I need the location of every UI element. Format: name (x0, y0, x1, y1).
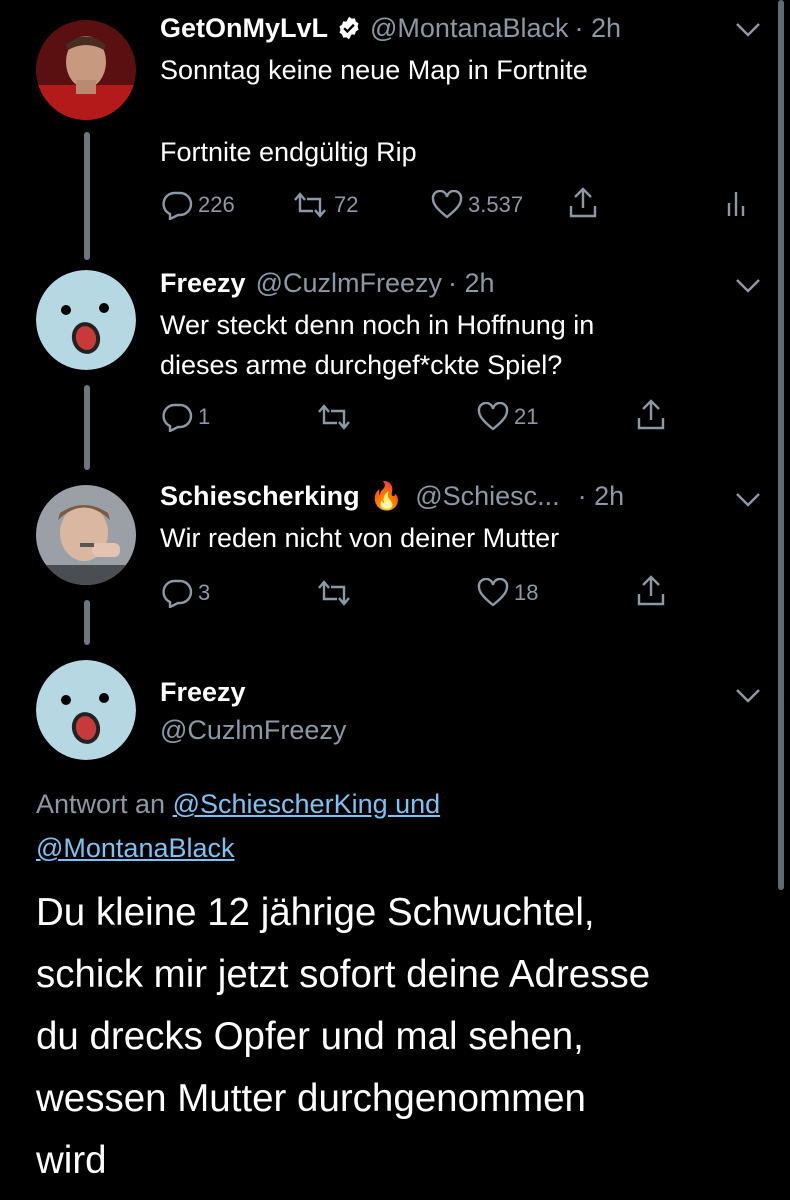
share-icon (637, 575, 665, 606)
analytics-button[interactable] (726, 188, 750, 218)
author-handle[interactable]: @CuzlmFreezy (256, 268, 442, 299)
share-button[interactable] (634, 574, 668, 608)
retweet-icon (318, 580, 350, 606)
retweet-icon (294, 192, 326, 218)
chevron-down-icon[interactable] (735, 22, 761, 38)
reply-to-line: Antwort an @SchiescherKing und @MontanaB… (36, 782, 440, 870)
avatar-getonmylvl[interactable] (36, 20, 136, 120)
tweet2-line1: Wer steckt denn noch in Hoffnung in (160, 310, 595, 340)
author-name[interactable]: Schiescherking (160, 481, 360, 512)
author-handle[interactable]: @Schiesc... (415, 481, 559, 512)
retweet-count: 72 (334, 192, 359, 217)
reply-count: 3 (198, 580, 211, 605)
avatar-freezy[interactable] (36, 270, 136, 370)
main-tweet-line: wessen Mutter durchgenommen (36, 1077, 586, 1120)
chevron-down-icon[interactable] (735, 492, 761, 508)
retweet-icon (318, 404, 350, 430)
like-count: 21 (514, 404, 539, 429)
author-name[interactable]: GetOnMyLvL (160, 13, 328, 44)
retweet-button[interactable] (314, 402, 354, 432)
like-icon (477, 578, 509, 607)
avatar-schiescherking[interactable] (36, 485, 136, 585)
main-author-name[interactable]: Freezy (160, 672, 246, 712)
thread-line (84, 132, 90, 260)
tweet2-header: Freezy @CuzlmFreezy · 2h (160, 263, 495, 303)
tweet-time: · 2h (574, 12, 622, 43)
reply-button[interactable]: 1 (160, 402, 210, 432)
reply-icon (162, 403, 193, 432)
main-tweet-line: schick mir jetzt sofort deine Adresse (36, 953, 651, 996)
share-icon (569, 187, 597, 218)
share-button[interactable] (634, 398, 668, 432)
reply-button[interactable]: 226 (160, 190, 235, 220)
tweet3-header: Schiescherking 🔥 @Schiesc... · 2h (160, 476, 624, 516)
like-button[interactable]: 21 (476, 402, 538, 432)
tweet-time: · 2h (448, 267, 495, 298)
retweet-button[interactable] (314, 578, 354, 608)
tweet3-line1: Wir reden nicht von deiner Mutter (160, 523, 560, 553)
chevron-down-icon[interactable] (735, 278, 761, 294)
author-name[interactable]: Freezy (160, 677, 246, 708)
like-button[interactable]: 18 (476, 578, 538, 608)
main-author-handle[interactable]: @CuzlmFreezy (160, 710, 346, 750)
tweet-time: · 2h (577, 480, 625, 511)
like-count: 18 (514, 580, 539, 605)
share-icon (637, 399, 665, 430)
main-tweet-line: du drecks Opfer und mal sehen, (36, 1015, 584, 1058)
thread-line (84, 600, 90, 645)
reply-button[interactable]: 3 (160, 578, 210, 608)
reply-to-link[interactable]: @MontanaBlack (36, 833, 235, 863)
analytics-icon (727, 192, 745, 216)
scrollbar[interactable] (778, 0, 784, 890)
author-handle[interactable]: @MontanaBlack (370, 13, 569, 44)
author-name[interactable]: Freezy (160, 268, 246, 299)
like-button[interactable]: 3.537 (430, 190, 523, 220)
reply-count: 1 (198, 404, 211, 429)
tweet2-line2: dieses arme durchgef*ckte Spiel? (160, 350, 563, 380)
share-button[interactable] (566, 186, 600, 220)
reply-to-prefix: Antwort an (36, 789, 166, 819)
like-icon (477, 402, 509, 431)
thread-line (84, 385, 90, 470)
avatar-freezy-main[interactable] (36, 660, 136, 760)
fire-emoji: 🔥 (369, 481, 404, 511)
reply-icon (162, 579, 193, 608)
like-icon (431, 190, 463, 219)
main-tweet-line: Du kleine 12 jährige Schwuchtel, (36, 891, 595, 934)
main-tweet-line: wird (36, 1139, 107, 1182)
like-count: 3.537 (468, 192, 524, 217)
chevron-down-icon[interactable] (735, 688, 761, 704)
main-tweet-text: Du kleine 12 jährige Schwuchtel, schick … (36, 882, 776, 1192)
retweet-button[interactable]: 72 (290, 190, 358, 220)
tweet1-line1: Sonntag keine neue Map in Fortnite (160, 55, 588, 85)
reply-to-link[interactable]: @SchiescherKing und (173, 789, 441, 819)
author-handle[interactable]: @CuzlmFreezy (160, 715, 346, 746)
reply-icon (162, 191, 193, 220)
verified-badge-icon (339, 16, 359, 40)
reply-count: 226 (198, 192, 235, 217)
tweet1-line2: Fortnite endgültig Rip (160, 137, 417, 167)
tweet1-header: GetOnMyLvL @MontanaBlack · 2h (160, 8, 621, 48)
